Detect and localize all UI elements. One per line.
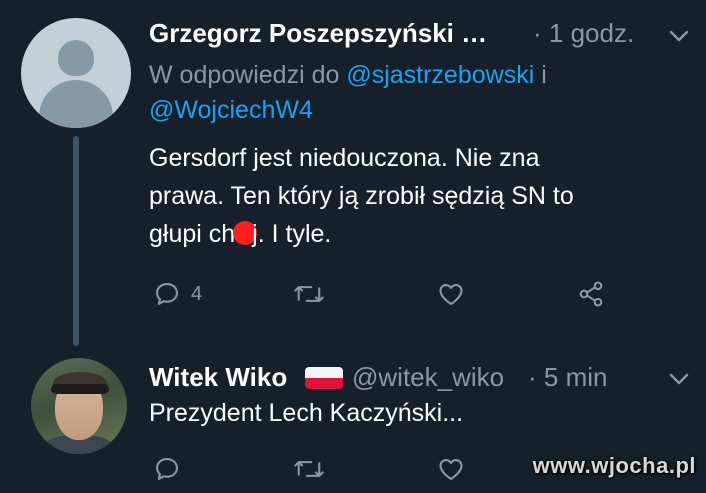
mention-link[interactable]: @WojciechW4 [149,96,313,124]
retweet-button[interactable] [293,454,325,484]
thread-connector-line [73,136,79,346]
retweet-button[interactable] [293,279,325,309]
tweet-1[interactable]: Grzegorz Poszepszyński … · 1 godz. W odp… [0,0,706,346]
user-avatar[interactable] [31,358,127,454]
tweet-text-line: Gersdorf jest niedouczona. Nie zna [149,144,540,172]
reply-context: W odpowiedzi do @sjastrzebowski i @Wojci… [149,58,669,128]
avatar-head-shape [58,40,94,76]
default-avatar[interactable] [21,18,131,128]
poland-flag-icon [305,367,343,389]
tweet-text: Gersdorf jest niedouczona. Nie zna prawa… [149,139,669,253]
author-handle[interactable]: @witek_wiko [352,362,504,393]
reply-button[interactable] [153,454,181,484]
heart-icon [439,283,463,305]
share-icon [579,281,603,307]
avatar-sunglasses-shape [51,384,109,394]
text-segment: j. I tyle. [252,220,332,248]
tweet-text-line: głupi ch j. I tyle. [149,215,669,253]
author-name[interactable]: Grzegorz Poszepszyński … [149,18,487,49]
tweet-time[interactable]: · 1 godz. [533,18,634,49]
like-button[interactable] [437,454,465,484]
author-name[interactable]: Witek Wiko [149,362,287,393]
reply-icon [156,283,178,305]
retweet-icon [294,461,324,477]
share-button[interactable] [577,279,605,309]
tweet-time[interactable]: · 5 min [528,362,607,393]
retweet-icon [294,286,324,302]
like-button[interactable] [437,279,465,309]
reply-count: 4 [191,282,203,305]
reply-prefix: W odpowiedzi do [149,61,347,89]
chevron-down-icon[interactable] [667,367,691,391]
tweet-text: Prezydent Lech Kaczyński... [149,399,464,427]
reply-button[interactable]: 4 [153,279,202,309]
text-segment: głupi ch [149,220,236,248]
site-watermark: www.wjocha.pl [532,453,696,478]
mention-link[interactable]: @sjastrzebowski [346,61,534,89]
chevron-down-icon[interactable] [667,24,691,48]
tweet-text-line: prawa. Ten który ją zrobił sędzią SN to [149,182,574,210]
reply-and: i [534,61,547,89]
avatar-shoulders-shape [39,80,113,128]
reply-icon [156,458,178,480]
heart-icon [439,458,463,480]
